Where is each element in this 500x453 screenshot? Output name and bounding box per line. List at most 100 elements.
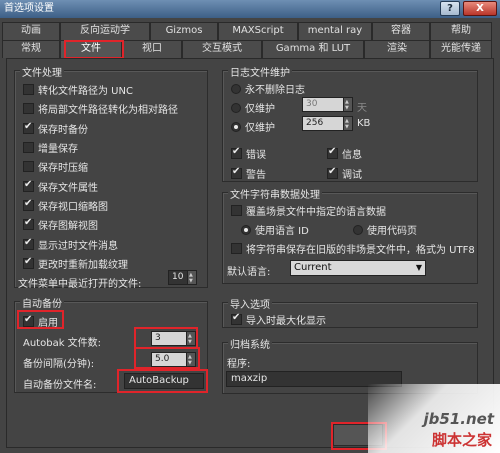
relative-paths-checkbox[interactable]: [23, 103, 34, 114]
archive-system-title: 归档系统: [228, 336, 272, 351]
recent-files-spinner-arrows[interactable]: ▲ ▼: [188, 270, 197, 285]
option-relative-paths[interactable]: 将局部文件路径转化为相对路径: [23, 101, 178, 116]
tab-mental-ray[interactable]: mental ray: [298, 22, 372, 40]
save-file-properties-label: 保存文件属性: [38, 183, 98, 194]
option-old-file-message[interactable]: 显示过时文件消息: [23, 237, 118, 252]
log-days-value[interactable]: 30: [302, 97, 344, 112]
log-days-spinner-arrows[interactable]: ▲ ▼: [344, 97, 353, 112]
preferences-window: 首选项设置 ? X 动画 反向运动学 Gizmos MAXScript ment…: [0, 0, 500, 453]
log-errors-checkbox[interactable]: [231, 146, 242, 159]
recent-files-spinner[interactable]: 10 ▲ ▼: [168, 270, 197, 285]
log-size-spinner-arrows[interactable]: ▲ ▼: [344, 116, 353, 131]
tab-interaction-mode[interactable]: 交互模式: [182, 40, 262, 58]
highlight-files-tab: [64, 40, 124, 59]
help-button[interactable]: ?: [440, 1, 460, 16]
use-codepage-radio[interactable]: [353, 224, 363, 235]
auto-backup-title: 自动备份: [20, 295, 64, 310]
use-language-id-radio[interactable]: [241, 224, 251, 235]
tab-maxscript[interactable]: MAXScript: [218, 22, 298, 40]
log-errors-option[interactable]: 错误: [231, 146, 266, 161]
tab-help[interactable]: 帮助: [430, 22, 492, 40]
save-legacy-utf8-checkbox[interactable]: [231, 243, 242, 254]
highlight-autobak-count: [134, 327, 198, 349]
log-days-unit: 天: [357, 103, 367, 114]
option-incremental-save[interactable]: 增量保存: [23, 140, 78, 155]
log-info-checkbox[interactable]: [327, 146, 338, 159]
default-language-row: 默认语言:: [227, 263, 270, 278]
compress-on-save-checkbox[interactable]: [23, 161, 34, 172]
log-never-delete-option[interactable]: 永不删除日志: [231, 81, 305, 96]
save-schematic-view-label: 保存图解视图: [38, 221, 98, 232]
tab-row-top: 动画 反向运动学 Gizmos MAXScript mental ray 容器 …: [2, 22, 492, 40]
option-unc-paths[interactable]: 转化文件路径为 UNC: [23, 82, 133, 97]
override-language-checkbox[interactable]: [231, 205, 242, 216]
tab-containers[interactable]: 容器: [372, 22, 430, 40]
use-codepage-option[interactable]: 使用代码页: [353, 222, 417, 237]
log-size-spinner[interactable]: 256 ▲ ▼: [302, 116, 353, 131]
save-legacy-utf8-option[interactable]: 将字符串保存在旧版的非场景文件中，格式为 UTF8: [231, 241, 475, 256]
log-debug-option[interactable]: 调试: [327, 166, 362, 181]
unc-paths-checkbox[interactable]: [23, 84, 34, 95]
tab-radiosity[interactable]: 光能传递: [430, 40, 492, 58]
watermark-url: jb51.net: [423, 410, 494, 428]
log-debug-label: 调试: [342, 170, 362, 181]
log-days-spinner[interactable]: 30 ▲ ▼: [302, 97, 353, 112]
save-file-properties-checkbox[interactable]: [23, 179, 34, 192]
log-warnings-checkbox[interactable]: [231, 166, 242, 179]
tab-inverse-kinematics[interactable]: 反向运动学: [60, 22, 150, 40]
save-viewport-thumbnail-checkbox[interactable]: [23, 198, 34, 211]
old-file-message-label: 显示过时文件消息: [38, 241, 118, 252]
log-size-value[interactable]: 256: [302, 116, 344, 131]
highlight-backup-filename: [117, 369, 208, 393]
option-reload-textures[interactable]: 更改时重新加载纹理: [23, 256, 128, 271]
reload-textures-checkbox[interactable]: [23, 256, 34, 269]
tab-gamma-lut[interactable]: Gamma 和 LUT: [262, 40, 364, 58]
autobak-count-label: Autobak 文件数:: [23, 338, 102, 349]
log-warnings-option[interactable]: 警告: [231, 166, 266, 181]
incremental-save-label: 增量保存: [38, 144, 78, 155]
watermark-name: 脚本之家: [431, 431, 492, 449]
tab-general[interactable]: 常规: [2, 40, 60, 58]
tab-viewports[interactable]: 视口: [122, 40, 182, 58]
log-size-unit: KB: [357, 118, 371, 129]
maximize-on-import-checkbox[interactable]: [231, 312, 242, 325]
use-codepage-label: 使用代码页: [367, 226, 417, 237]
unc-paths-label: 转化文件路径为 UNC: [38, 86, 133, 97]
old-file-message-checkbox[interactable]: [23, 237, 34, 250]
log-keep-size-option[interactable]: 仅维护: [231, 119, 275, 134]
default-language-dropdown[interactable]: Current ▼: [290, 260, 426, 276]
maximize-on-import-label: 导入时最大化显示: [246, 316, 326, 327]
log-info-option[interactable]: 信息: [327, 146, 362, 161]
maximize-on-import-option[interactable]: 导入时最大化显示: [231, 312, 326, 327]
log-never-delete-label: 永不删除日志: [245, 85, 305, 96]
log-keep-days-radio[interactable]: [231, 102, 241, 113]
log-debug-checkbox[interactable]: [327, 166, 338, 179]
option-save-viewport-thumbnail[interactable]: 保存视口缩略图: [23, 198, 108, 213]
site-watermark: jb51.net 脚本之家: [368, 384, 500, 453]
log-keep-days-label: 仅维护: [245, 104, 275, 115]
save-schematic-view-checkbox[interactable]: [23, 217, 34, 230]
tab-rendering[interactable]: 渲染: [364, 40, 430, 58]
chevron-down-icon[interactable]: ▼: [416, 261, 422, 275]
incremental-save-checkbox[interactable]: [23, 142, 34, 153]
close-button[interactable]: X: [463, 1, 497, 16]
option-compress-on-save[interactable]: 保存时压缩: [23, 159, 88, 174]
recent-files-value[interactable]: 10: [168, 270, 188, 285]
option-save-file-properties[interactable]: 保存文件属性: [23, 179, 98, 194]
import-options-title: 导入选项: [228, 296, 272, 311]
tab-gizmos[interactable]: Gizmos: [150, 22, 218, 40]
override-language-option[interactable]: 覆盖场景文件中指定的语言数据: [231, 203, 386, 218]
string-data-title: 文件字符串数据处理: [228, 186, 322, 201]
log-never-delete-radio[interactable]: [231, 83, 241, 94]
file-handling-title: 文件处理: [20, 64, 64, 79]
backup-on-save-checkbox[interactable]: [23, 121, 34, 134]
highlight-backup-interval: [134, 347, 200, 369]
log-keep-days-option[interactable]: 仅维护: [231, 100, 275, 115]
use-language-id-option[interactable]: 使用语言 ID: [241, 222, 309, 237]
option-save-schematic-view[interactable]: 保存图解视图: [23, 217, 98, 232]
log-keep-size-radio[interactable]: [231, 121, 241, 132]
option-backup-on-save[interactable]: 保存时备份: [23, 121, 88, 136]
log-keep-size-label: 仅维护: [245, 123, 275, 134]
title-bar: 首选项设置 ? X: [0, 0, 500, 18]
tab-animation[interactable]: 动画: [2, 22, 60, 40]
